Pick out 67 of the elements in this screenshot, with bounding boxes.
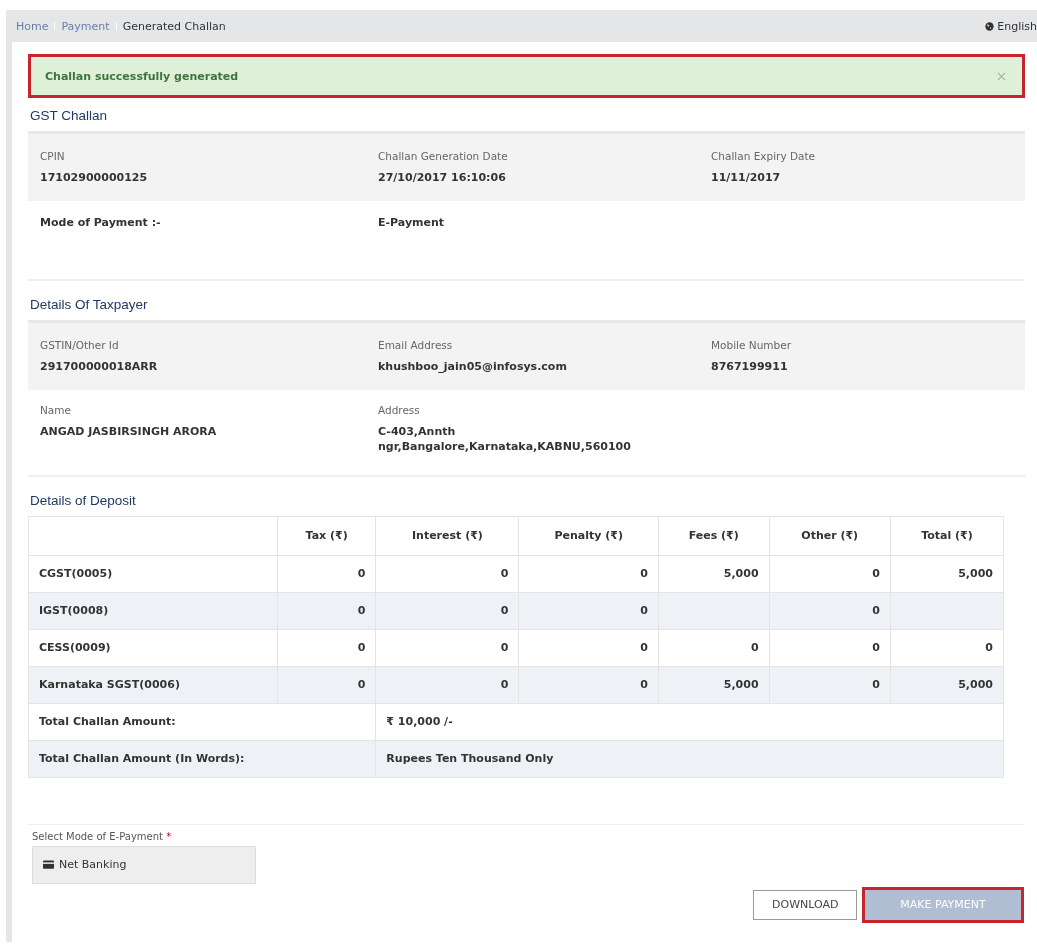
total-value: ₹ 10,000 /- [375, 703, 1004, 741]
field-label: Challan Expiry Date [711, 150, 817, 162]
field-label: Select Mode of E-Payment [32, 830, 163, 842]
field-label: Challan Generation Date [378, 150, 509, 162]
column-header: Interest (₹) [375, 516, 519, 556]
section-title: Details Of Taxpayer [29, 296, 149, 314]
table-cell: 0 [890, 629, 1004, 667]
card-icon [43, 860, 54, 870]
net-banking-option[interactable]: Net Banking [32, 845, 256, 884]
download-button[interactable]: DOWNLOAD [753, 889, 857, 920]
row-header: Karnataka SGST(0006) [28, 666, 278, 704]
table-cell: 5,000 [890, 555, 1004, 593]
total-value: Rupees Ten Thousand Only [375, 740, 1004, 778]
field-label: CPIN [40, 150, 66, 162]
table-cell: 0 [277, 555, 376, 593]
required-mark: * [166, 830, 172, 842]
table-cell: 0 [518, 629, 659, 667]
globe-icon [985, 21, 995, 31]
column-header: Tax (₹) [277, 516, 376, 556]
table-cell: 0 [518, 555, 659, 593]
field-value: C-403,Annth ngr,Bangalore,Karnataka,KABNU,560100 [378, 424, 632, 455]
field-label: Mobile Number [711, 339, 792, 351]
field-value: 291700000018ARR [40, 359, 159, 375]
breadcrumb-current: Generated Challan [122, 19, 226, 33]
alert-message: Challan successfully generated [45, 69, 239, 83]
table-cell: 0 [277, 629, 376, 667]
column-header: Penalty (₹) [518, 516, 659, 556]
close-icon[interactable] [997, 71, 1006, 81]
field-label: Address [378, 404, 421, 416]
field-label: Email Address [378, 339, 454, 351]
table-cell: 0 [769, 592, 891, 630]
table-cell: 0 [375, 666, 519, 704]
table-cell: 5,000 [890, 666, 1004, 704]
table-cell: 5,000 [658, 555, 770, 593]
table-cell: 0 [518, 666, 659, 704]
table-cell: 0 [375, 555, 519, 593]
table-cell: 0 [277, 592, 376, 630]
field-value: khushboo_jain05@infosys.com [378, 359, 568, 375]
table-cell: 0 [769, 629, 891, 667]
field-value: Mode of Payment :- [40, 215, 162, 231]
table-cell: 0 [277, 666, 376, 704]
row-header: CESS(0009) [28, 629, 278, 667]
column-header: Fees (₹) [658, 516, 770, 556]
table-cell: 5,000 [658, 666, 770, 704]
field-value: E-Payment [378, 215, 446, 231]
field-value: 11/11/2017 [711, 170, 782, 186]
field-value: ANGAD JASBIRSINGH ARORA [40, 424, 218, 440]
column-header: Total (₹) [890, 516, 1004, 556]
table-cell: 0 [375, 592, 519, 630]
field-value: 8767199911 [711, 359, 789, 375]
column-header: Other (₹) [769, 516, 891, 556]
section-title: GST Challan [29, 107, 109, 125]
row-header: CGST(0005) [28, 555, 278, 593]
total-label: Total Challan Amount: [28, 703, 376, 741]
table-cell: 0 [658, 629, 770, 667]
table-cell: 0 [769, 666, 891, 704]
table-cell: 0 [375, 629, 519, 667]
field-value: 27/10/2017 16:10:06 [378, 170, 507, 186]
field-label: Name [40, 404, 72, 416]
field-value: 17102900000125 [40, 170, 149, 186]
row-header: IGST(0008) [28, 592, 278, 630]
field-label: GSTIN/Other Id [40, 339, 120, 351]
table-cell: 0 [769, 555, 891, 593]
table-cell: 0 [518, 592, 659, 630]
section-title: Details of Deposit [29, 491, 137, 510]
language-link[interactable]: English [985, 19, 1037, 33]
total-label: Total Challan Amount (In Words): [28, 740, 376, 778]
